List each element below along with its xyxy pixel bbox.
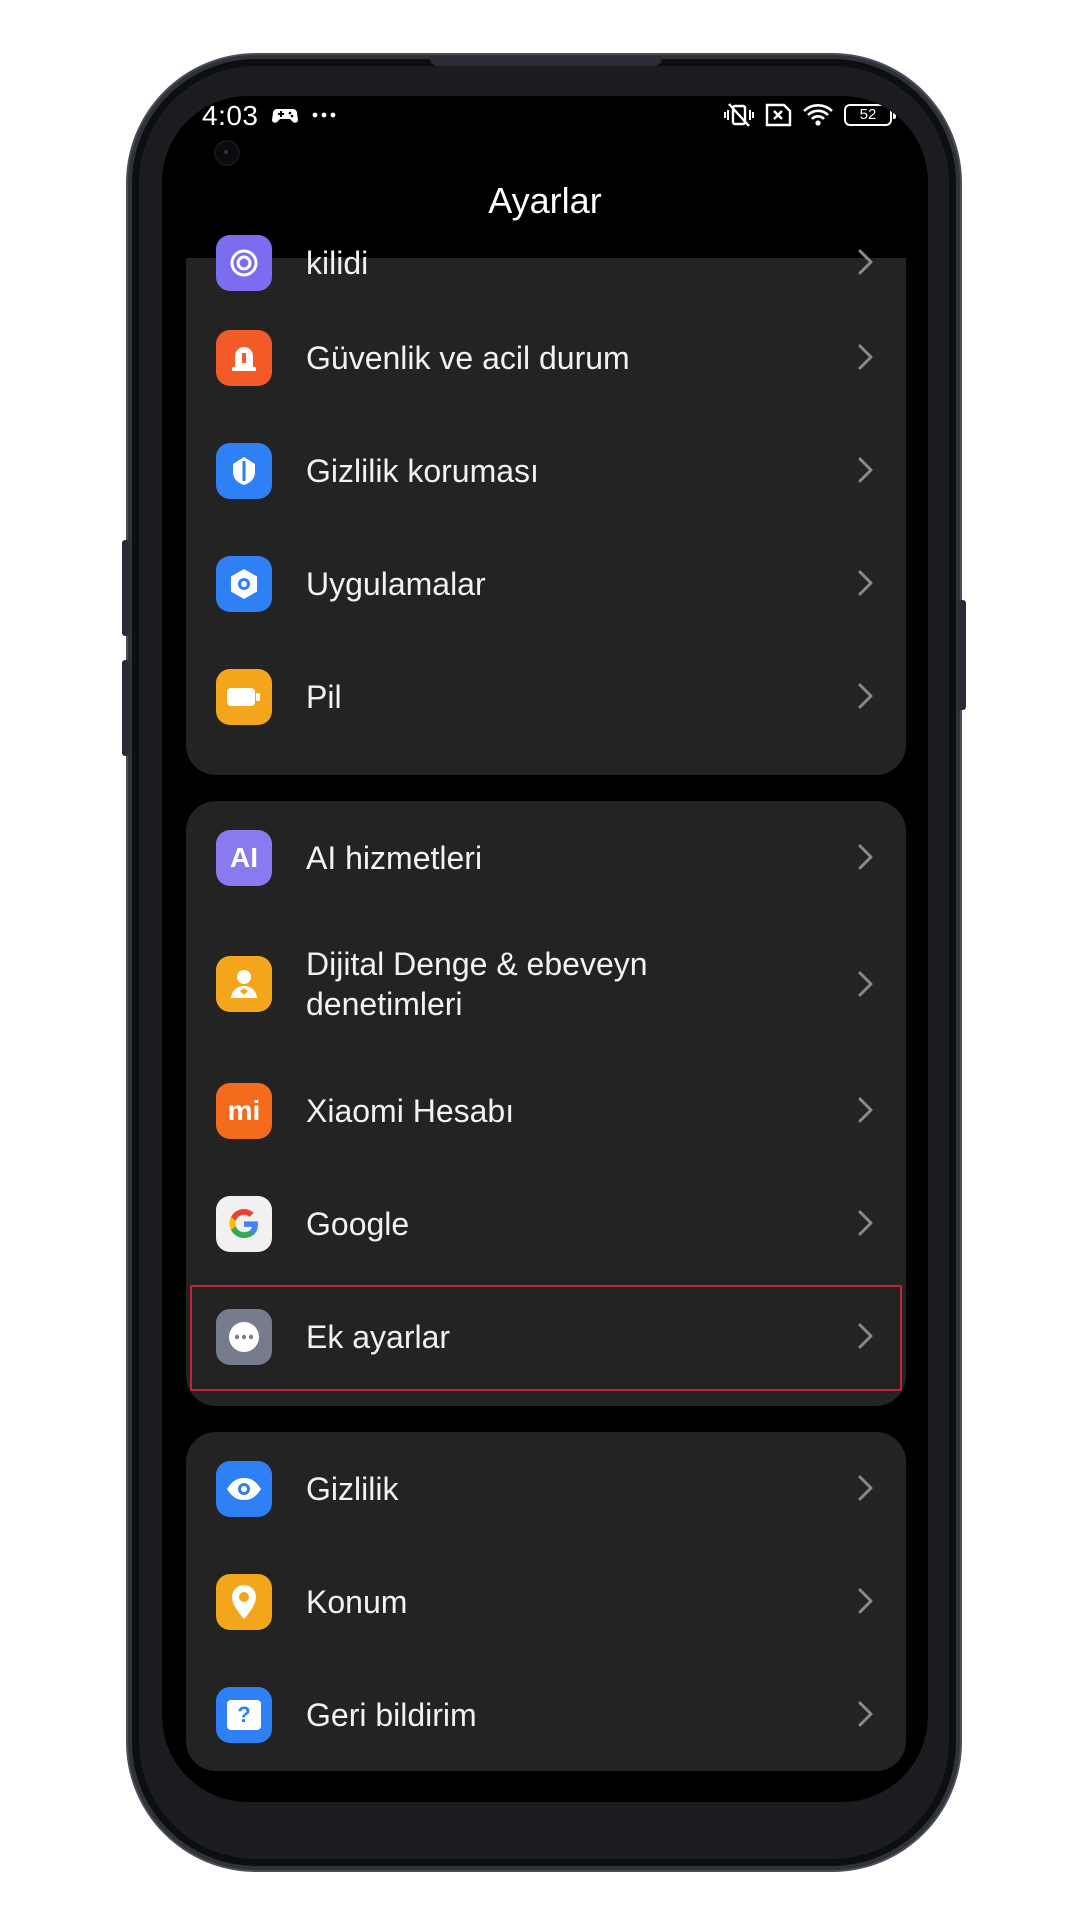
list-item-privacy[interactable]: Gizlilik xyxy=(186,1432,906,1545)
sim-error-icon xyxy=(765,103,792,127)
chevron-right-icon xyxy=(858,249,873,275)
google-g-icon xyxy=(216,1196,272,1252)
chevron-right-icon xyxy=(858,1701,873,1727)
phone-top-edge xyxy=(430,56,662,66)
settings-list[interactable]: kilidi Güvenlik ve acil durum Gizlilik k… xyxy=(186,235,906,1788)
list-item-label: Pil xyxy=(306,678,342,715)
privacy-shield-icon xyxy=(216,443,272,499)
battery-indicator: 52 xyxy=(844,104,896,126)
chevron-right-icon xyxy=(858,570,873,596)
list-item-label: Uygulamalar xyxy=(306,565,486,602)
status-bar: 4:03 52 xyxy=(162,96,928,166)
vibrate-off-icon xyxy=(724,103,754,127)
list-item-google[interactable]: Google xyxy=(186,1167,906,1280)
list-item-label: Google xyxy=(306,1205,410,1242)
list-item-xiaomi-account[interactable]: mi Xiaomi Hesabı xyxy=(186,1054,906,1167)
status-time: 4:03 xyxy=(202,100,259,131)
game-controller-icon xyxy=(272,108,298,123)
parental-person-icon xyxy=(216,956,272,1012)
list-item-label: Geri bildirim xyxy=(306,1696,477,1733)
mi-logo-text: mi xyxy=(227,1095,261,1126)
volume-up-button xyxy=(122,540,130,636)
chevron-right-icon xyxy=(858,1097,873,1123)
list-item-feedback[interactable]: ? Geri bildirim xyxy=(186,1658,906,1771)
apps-gear-icon xyxy=(216,556,272,612)
list-item-label: Güvenlik ve acil durum xyxy=(306,339,630,376)
list-item-battery[interactable]: Pil xyxy=(186,640,906,753)
phone-screen: 4:03 52 Ayarlar kilidi Güvenlik ve acil … xyxy=(162,96,928,1802)
settings-group-1: kilidi Güvenlik ve acil durum Gizlilik k… xyxy=(186,235,906,775)
chevron-right-icon xyxy=(858,1588,873,1614)
volume-down-button xyxy=(122,660,130,756)
settings-group-2: AI AI hizmetleri Dijital Denge & ebeveyn… xyxy=(186,801,906,1406)
chevron-right-icon xyxy=(858,457,873,483)
chevron-right-icon xyxy=(858,1210,873,1236)
front-camera xyxy=(214,140,240,166)
chevron-right-icon xyxy=(858,844,873,870)
battery-level: 52 xyxy=(859,106,877,123)
ai-icon-text: AI xyxy=(230,842,258,873)
status-right-icons: 52 xyxy=(724,102,896,128)
list-item-ai-services[interactable]: AI AI hizmetleri xyxy=(186,801,906,914)
emergency-bell-icon xyxy=(216,330,272,386)
list-item-label: Xiaomi Hesabı xyxy=(306,1092,515,1129)
highlight-box xyxy=(190,1285,902,1391)
mi-logo-icon: mi xyxy=(216,1083,272,1139)
list-item-label: Gizlilik xyxy=(306,1470,399,1507)
settings-group-3: Gizlilik Konum ? Geri bildirim xyxy=(186,1432,906,1771)
list-item-apps[interactable]: Uygulamalar xyxy=(186,527,906,640)
list-item-label: AI hizmetleri xyxy=(306,839,483,876)
fingerprint-icon xyxy=(216,235,272,291)
location-pin-icon xyxy=(216,1574,272,1630)
chevron-right-icon xyxy=(858,1475,873,1501)
chevron-right-icon xyxy=(858,971,873,997)
power-button xyxy=(958,600,966,710)
feedback-icon-text: ? xyxy=(237,1702,251,1727)
list-item-digital-balance[interactable]: Dijital Denge & ebeveyn denetimleri xyxy=(186,914,906,1054)
status-left-icons xyxy=(272,100,337,128)
chevron-right-icon xyxy=(858,683,873,709)
battery-icon xyxy=(216,669,272,725)
list-item-privacy-protection[interactable]: Gizlilik koruması xyxy=(186,414,906,527)
list-item-label: Dijital Denge & ebeveyn denetimleri xyxy=(306,946,648,1022)
list-item-location[interactable]: Konum xyxy=(186,1545,906,1658)
wifi-icon xyxy=(803,104,833,126)
ai-icon: AI xyxy=(216,830,272,886)
list-item-label: Konum xyxy=(306,1583,408,1620)
more-dots-icon xyxy=(312,112,336,118)
chevron-right-icon xyxy=(858,344,873,370)
list-item-label: Gizlilik koruması xyxy=(306,452,539,489)
eye-icon xyxy=(216,1461,272,1517)
feedback-question-icon: ? xyxy=(216,1687,272,1743)
list-item-security-emergency[interactable]: Güvenlik ve acil durum xyxy=(186,301,906,414)
